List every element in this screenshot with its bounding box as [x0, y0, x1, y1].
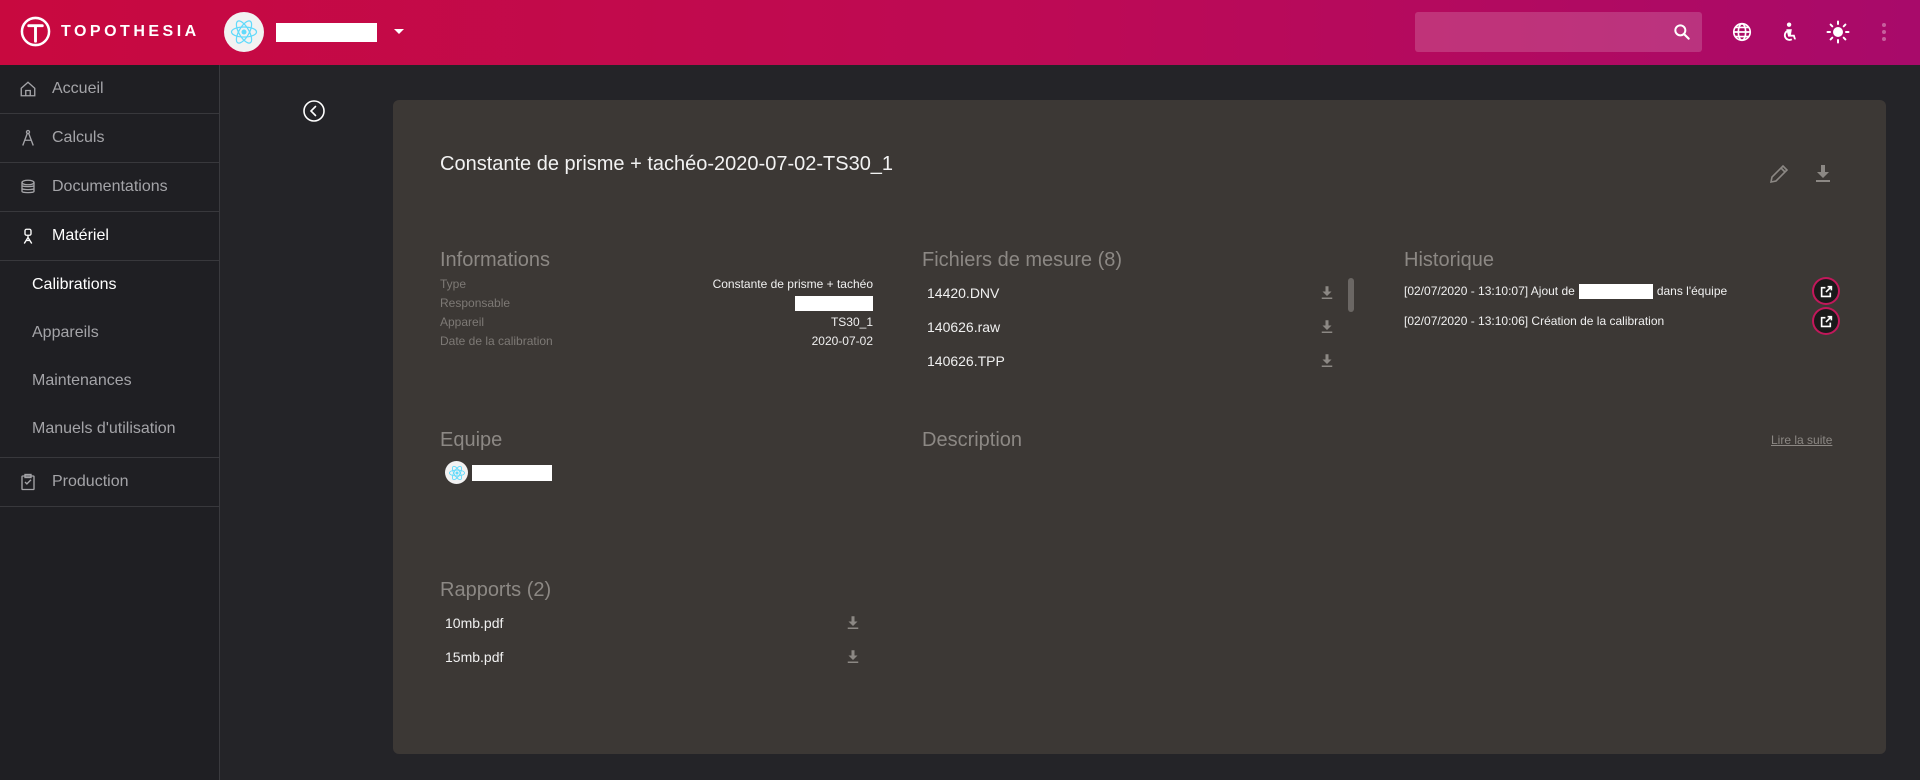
section-title-rapports: Rapports (2)	[440, 579, 552, 601]
info-row-type: Type Constante de prisme + tachéo	[440, 275, 873, 293]
top-app-bar: TOPOTHESIA	[0, 0, 1920, 65]
history-text-prefix: [02/07/2020 - 13:10:06] Création de la c…	[1404, 314, 1665, 328]
sidebar-subitem-manuels[interactable]: Manuels d'utilisation	[0, 405, 219, 453]
read-more-link[interactable]: Lire la suite	[1771, 433, 1832, 447]
sidebar-item-production[interactable]: Production	[0, 458, 219, 507]
download-icon[interactable]	[843, 613, 863, 633]
more-vertical-icon[interactable]	[1872, 20, 1896, 44]
info-label: Date de la calibration	[440, 334, 553, 348]
topothesia-logo-icon	[20, 16, 51, 47]
sidebar-item-accueil[interactable]: Accueil	[0, 65, 219, 114]
info-value: TS30_1	[830, 315, 873, 329]
avatar	[445, 461, 468, 484]
back-arrow-icon[interactable]	[302, 99, 326, 123]
react-logo-icon	[230, 20, 258, 44]
sidebar-item-label: Calculs	[52, 129, 105, 146]
section-title-historique: Historique	[1404, 249, 1495, 271]
sidebar-item-materiel[interactable]: Matériel	[0, 212, 219, 261]
chevron-down-icon[interactable]	[389, 22, 409, 42]
list-item[interactable]: 140626.raw	[927, 315, 1337, 339]
history-text: [02/07/2020 - 13:10:06] Création de la c…	[1404, 314, 1664, 328]
list-item[interactable]: 140626.TPP	[927, 349, 1337, 373]
total-station-icon	[18, 226, 38, 246]
scrollbar-thumb[interactable]	[1348, 278, 1354, 312]
sidebar-subitem-maintenances[interactable]: Maintenances	[0, 357, 219, 405]
responsable-value-redacted	[795, 295, 873, 311]
info-row-date: Date de la calibration 2020-07-02	[440, 332, 873, 350]
account-selector[interactable]	[224, 12, 409, 52]
section-title-fichiers: Fichiers de mesure (8)	[922, 249, 1123, 271]
sidebar-item-calculs[interactable]: Calculs	[0, 114, 219, 163]
sidebar-subitem-calibrations[interactable]: Calibrations	[0, 261, 219, 309]
info-label: Appareil	[440, 315, 485, 329]
history-text-prefix: [02/07/2020 - 13:10:07] Ajout de	[1404, 284, 1575, 298]
sidebar-item-label: Accueil	[52, 80, 104, 97]
materiel-submenu: Calibrations Appareils Maintenances Manu…	[0, 261, 219, 458]
clipboard-icon	[18, 472, 38, 492]
sidebar-item-label: Documentations	[52, 178, 168, 195]
section-title-equipe: Equipe	[440, 429, 503, 451]
search-input[interactable]	[1415, 12, 1702, 52]
account-name-redacted	[276, 22, 377, 42]
brand-logo[interactable]: TOPOTHESIA	[20, 16, 200, 47]
list-item[interactable]: 15mb.pdf	[445, 645, 863, 669]
brightness-icon[interactable]	[1826, 20, 1850, 44]
open-external-icon[interactable]	[1814, 279, 1838, 303]
info-label: Type	[440, 277, 467, 291]
file-name: 140626.raw	[927, 319, 1001, 335]
history-entry: [02/07/2020 - 13:10:06] Création de la c…	[1404, 309, 1838, 333]
compass-icon	[18, 128, 38, 148]
layers-icon	[18, 177, 38, 197]
history-text: [02/07/2020 - 13:10:07] Ajout de dans l'…	[1404, 283, 1728, 299]
file-name: 14420.DNV	[927, 285, 1000, 301]
sidebar: Accueil Calculs Documentations Matériel …	[0, 65, 220, 780]
user-name-redacted	[1578, 283, 1653, 299]
download-icon[interactable]	[1317, 351, 1337, 371]
info-row-responsable: Responsable	[440, 294, 873, 312]
sidebar-subitem-appareils[interactable]: Appareils	[0, 309, 219, 357]
team-member[interactable]	[445, 461, 552, 484]
list-item[interactable]: 10mb.pdf	[445, 611, 863, 635]
react-logo-icon	[448, 465, 465, 480]
info-value: Constante de prisme + tachéo	[712, 277, 873, 291]
search-icon[interactable]	[1672, 22, 1692, 42]
info-row-appareil: Appareil TS30_1	[440, 313, 873, 331]
file-name: 140626.TPP	[927, 353, 1005, 369]
accessibility-icon[interactable]	[1778, 20, 1802, 44]
page-title: Constante de prisme + tachéo-2020-07-02-…	[440, 153, 894, 175]
calibration-detail-card: Constante de prisme + tachéo-2020-07-02-…	[393, 100, 1886, 754]
section-title-informations: Informations	[440, 249, 551, 271]
team-member-name-redacted	[472, 464, 552, 481]
download-icon[interactable]	[843, 647, 863, 667]
download-icon[interactable]	[1317, 283, 1337, 303]
history-entry: [02/07/2020 - 13:10:07] Ajout de dans l'…	[1404, 279, 1838, 303]
brand-name: TOPOTHESIA	[61, 22, 200, 40]
download-icon[interactable]	[1811, 162, 1835, 186]
download-icon[interactable]	[1317, 317, 1337, 337]
info-value: 2020-07-02	[811, 334, 873, 348]
sidebar-item-label: Production	[52, 473, 129, 490]
info-label: Responsable	[440, 296, 511, 310]
globe-icon[interactable]	[1730, 20, 1754, 44]
list-item[interactable]: 14420.DNV	[927, 281, 1337, 305]
edit-pencil-icon[interactable]	[1767, 162, 1791, 186]
open-external-icon[interactable]	[1814, 309, 1838, 333]
history-text-suffix: dans l'équipe	[1656, 284, 1728, 298]
account-avatar	[224, 12, 264, 52]
home-icon	[18, 79, 38, 99]
section-title-description: Description	[922, 429, 1023, 451]
sidebar-item-label: Matériel	[52, 227, 109, 244]
file-name: 15mb.pdf	[445, 649, 504, 665]
sidebar-item-documentations[interactable]: Documentations	[0, 163, 219, 212]
file-name: 10mb.pdf	[445, 615, 504, 631]
